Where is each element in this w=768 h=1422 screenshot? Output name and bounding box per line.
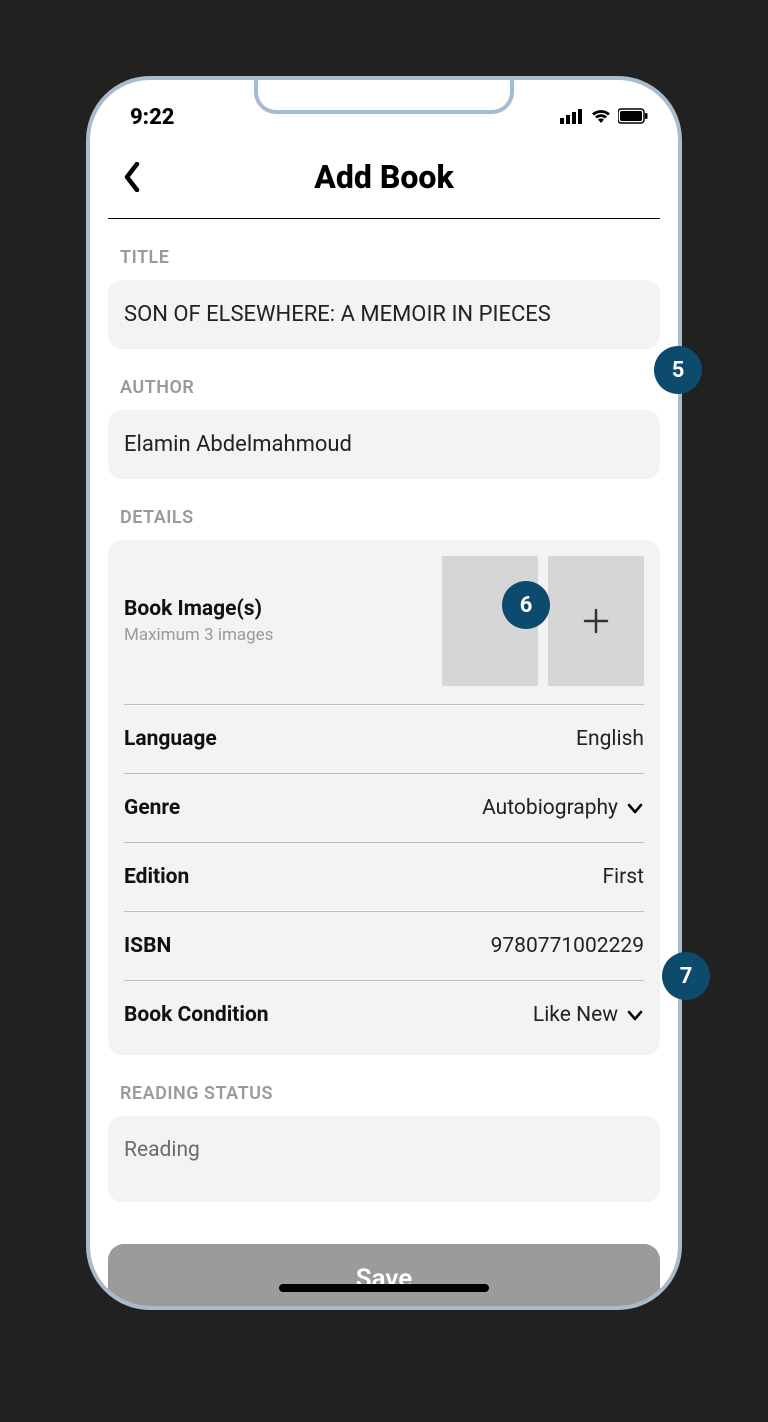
isbn-value: 9780771002229 — [491, 934, 644, 958]
device-notch — [254, 76, 514, 114]
condition-row[interactable]: Book Condition Like New — [124, 981, 644, 1055]
form-scroll-area[interactable]: TITLE SON OF ELSEWHERE: A MEMOIR IN PIEC… — [108, 219, 660, 1309]
chevron-left-icon — [123, 162, 141, 192]
author-label: AUTHOR — [120, 377, 660, 398]
save-button[interactable]: Save — [108, 1244, 660, 1310]
annotation-badge-5: 5 — [654, 346, 702, 394]
battery-icon — [618, 105, 648, 130]
plus-icon — [583, 608, 609, 634]
page-header: Add Book — [108, 136, 660, 219]
isbn-key: ISBN — [124, 934, 171, 958]
phone-frame: 9:22 Add Book TITLE SON OF ELSEWHERE: A … — [86, 76, 682, 1310]
book-images-label: Book Image(s) — [124, 597, 273, 621]
condition-key: Book Condition — [124, 1003, 269, 1027]
isbn-row[interactable]: ISBN 9780771002229 — [124, 912, 644, 981]
condition-value: Like New — [533, 1003, 618, 1027]
title-input[interactable]: SON OF ELSEWHERE: A MEMOIR IN PIECES — [108, 280, 660, 349]
reading-status-card[interactable]: Reading — [108, 1116, 660, 1202]
book-images-sub: Maximum 3 images — [124, 625, 273, 645]
language-row[interactable]: Language English — [124, 705, 644, 774]
language-key: Language — [124, 727, 217, 751]
reading-status-label: READING STATUS — [120, 1083, 660, 1104]
book-images-row: Book Image(s) Maximum 3 images — [124, 552, 644, 705]
cellular-icon — [560, 105, 584, 130]
details-card: Book Image(s) Maximum 3 images Language … — [108, 540, 660, 1055]
add-image-button[interactable] — [548, 556, 644, 686]
author-input[interactable]: Elamin Abdelmahmoud — [108, 410, 660, 479]
edition-row[interactable]: Edition First — [124, 843, 644, 912]
page-title: Add Book — [314, 158, 454, 196]
edition-value: First — [602, 865, 644, 889]
language-value: English — [576, 727, 644, 751]
home-indicator[interactable] — [279, 1284, 489, 1292]
reading-status-value: Reading — [124, 1138, 200, 1162]
status-indicators — [560, 105, 648, 130]
genre-value: Autobiography — [482, 796, 618, 820]
details-label: DETAILS — [120, 507, 660, 528]
annotation-badge-6: 6 — [502, 581, 550, 629]
genre-key: Genre — [124, 796, 180, 820]
back-button[interactable] — [114, 155, 150, 199]
wifi-icon — [590, 105, 612, 130]
annotation-badge-7: 7 — [662, 952, 710, 1000]
chevron-down-icon — [626, 1006, 644, 1024]
status-time: 9:22 — [130, 105, 174, 130]
title-label: TITLE — [120, 247, 660, 268]
chevron-down-icon — [626, 799, 644, 817]
genre-row[interactable]: Genre Autobiography — [124, 774, 644, 843]
edition-key: Edition — [124, 865, 189, 889]
